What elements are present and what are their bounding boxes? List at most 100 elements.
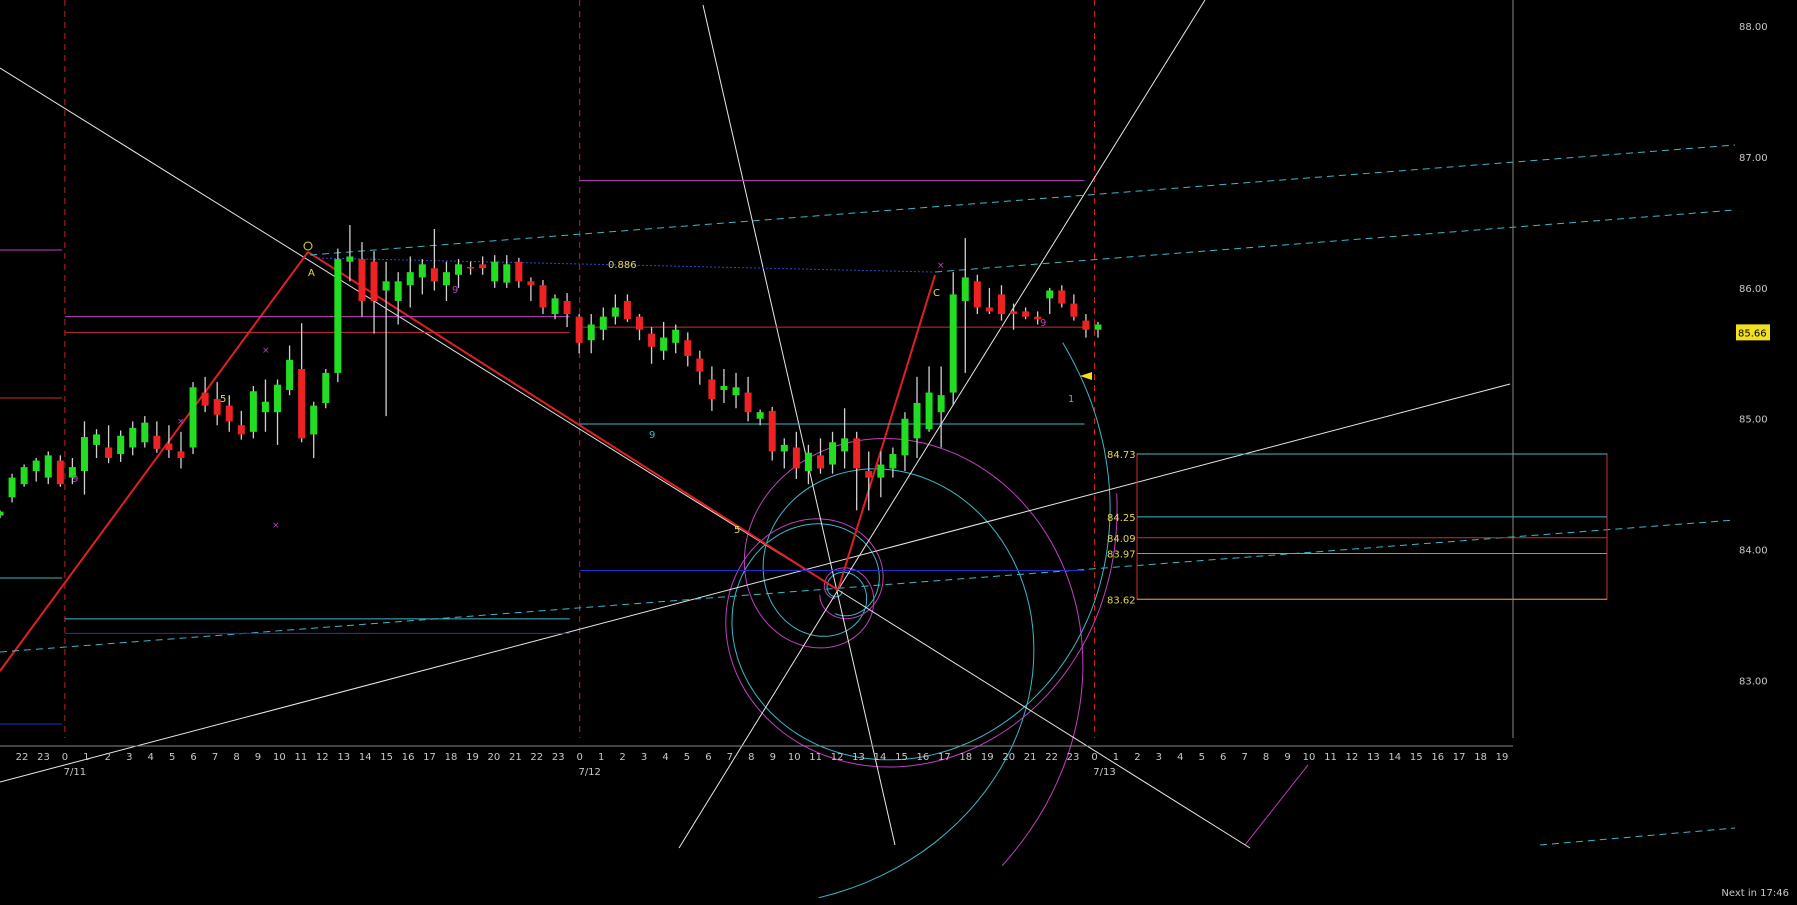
candle-body [418, 264, 426, 278]
candle-body [684, 340, 692, 356]
candle-body [141, 422, 149, 443]
x-tick-label: 1 [598, 752, 604, 763]
candle-body [249, 391, 257, 432]
pattern-leg [307, 251, 839, 591]
x-tick-label: 9 [255, 752, 261, 763]
x-tick-label: 23 [37, 752, 50, 763]
x-tick-label: 9 [1284, 752, 1290, 763]
x-tick-label: 15 [380, 752, 393, 763]
x-tick-label: 17 [1453, 752, 1466, 763]
fan-line [0, 67, 839, 591]
target-box: 84.73 84.25 84.09 83.97 83.62 [1107, 450, 1608, 606]
candle-body [346, 256, 354, 262]
candle-body [611, 307, 619, 317]
candle-body [1058, 290, 1066, 304]
candle-body [997, 294, 1005, 315]
candle-body [80, 437, 88, 472]
fan-line [702, 4, 896, 846]
y-tick-label: 83.00 [1739, 676, 1768, 687]
x-tick-label: 10 [788, 752, 801, 763]
candle-body [1010, 311, 1018, 315]
x-tick-label: 13 [337, 752, 350, 763]
x-tick-label: 20 [1002, 752, 1015, 763]
x-tick-label: 6 [190, 752, 196, 763]
candle-body [792, 447, 800, 469]
candle-body [949, 294, 957, 393]
y-tick-label: 84.00 [1739, 546, 1768, 557]
candle-body [358, 259, 366, 301]
target-label: 84.73 [1107, 450, 1136, 461]
candle-body [913, 403, 921, 439]
x-tick-label: 17 [423, 752, 436, 763]
candle-body [93, 434, 101, 445]
candle-body [937, 395, 945, 413]
date-label: 7/12 [578, 767, 600, 778]
price-chart[interactable]: 84.73 84.25 84.09 83.97 83.62 0.886 A C 9 5 9 9 5 9 1… [0, 0, 1797, 905]
candle-body [467, 266, 475, 269]
sequence-count: 9 [1040, 318, 1046, 329]
next-bar-countdown: Next in 17:46 [1721, 888, 1789, 899]
x-tick-label: 19 [1496, 752, 1509, 763]
x-tick-label: 22 [530, 752, 543, 763]
candle-body [177, 451, 185, 458]
x-tick-label: 15 [1410, 752, 1423, 763]
x-tick-label: 12 [316, 752, 329, 763]
x-tick-label: 10 [273, 752, 286, 763]
candle-body [274, 384, 282, 413]
candle-body [587, 324, 595, 341]
x-marker: × [272, 521, 280, 531]
candle-body [394, 281, 402, 301]
fib-spiral [725, 493, 1118, 768]
candle-body [756, 412, 764, 419]
x-tick-label: 9 [770, 752, 776, 763]
y-tick-label: 87.00 [1739, 153, 1768, 164]
x-tick-label: 11 [1324, 752, 1337, 763]
grid-layer [64, 0, 1095, 738]
x-tick-label: 7 [727, 752, 733, 763]
candle-body [189, 387, 197, 448]
x-tick-label: 10 [1303, 752, 1316, 763]
candle-body [430, 268, 438, 282]
x-tick-label: 3 [641, 752, 647, 763]
x-tick-label: 4 [148, 752, 154, 763]
candle-body [56, 460, 64, 485]
x-tick-label: 7 [212, 752, 218, 763]
fan-line [837, 589, 1251, 849]
candle-body [1094, 324, 1102, 330]
x-tick-label: 4 [1177, 752, 1183, 763]
candle-body [539, 285, 547, 308]
candle-body [889, 454, 897, 469]
x-tick-label: 11 [809, 752, 822, 763]
x-tick-label: 21 [1024, 752, 1037, 763]
x-tick-label: 0 [577, 752, 583, 763]
candle-body [551, 298, 559, 315]
x-tick-label: 14 [1388, 752, 1401, 763]
pattern-point-a: A [308, 268, 315, 279]
candle-body [165, 443, 173, 451]
x-tick-label: 2 [619, 752, 625, 763]
pivot-marker [303, 241, 313, 251]
candle-body [599, 316, 607, 330]
candle-body [310, 405, 318, 435]
x-marker: × [262, 346, 270, 356]
candle-body [648, 333, 656, 347]
y-tick-label: 86.00 [1739, 284, 1768, 295]
x-tick-label: 22 [16, 752, 29, 763]
x-tick-label: 16 [402, 752, 415, 763]
candle-body [455, 264, 463, 275]
candle-body [804, 452, 812, 472]
candle-body [973, 281, 981, 308]
x-tick-label: 16 [1431, 752, 1444, 763]
candle-body [527, 281, 535, 286]
x-tick-label: 8 [748, 752, 754, 763]
sequence-count: 9 [72, 474, 78, 485]
fib-spiral [731, 342, 1111, 761]
candle-body [925, 392, 933, 430]
candle-body [370, 261, 378, 301]
x-tick-label: 5 [684, 752, 690, 763]
sequence-count: 9 [649, 430, 655, 441]
x-tick-label: 23 [552, 752, 565, 763]
x-tick-label: 21 [509, 752, 522, 763]
candle-body [20, 467, 28, 485]
x-tick-label: 15 [895, 752, 908, 763]
